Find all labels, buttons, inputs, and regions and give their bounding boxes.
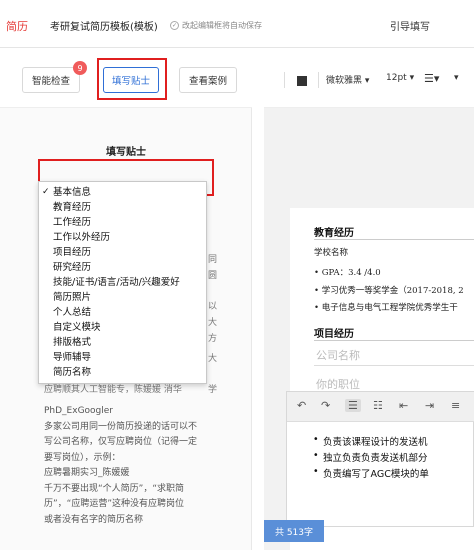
side-glyph: 以 bbox=[208, 302, 218, 312]
menu-item-other-experience[interactable]: 工作以外经历 bbox=[39, 230, 206, 245]
right-panel: 微软雅黑 ▾ 12pt ▾ ☰▾ ▾ 教育经历 学校名称 • GPA：3.4 /… bbox=[264, 48, 474, 550]
section-dropdown-menu[interactable]: ✓ 基本信息 教育经历 工作经历 工作以外经历 项目经历 研究经历 技能/证书/语… bbox=[38, 181, 207, 384]
color-swatch-icon[interactable] bbox=[297, 76, 307, 86]
tips-line: 历”，“应聘运营”这种没有应聘岗位 bbox=[44, 499, 184, 509]
tips-title: 填写贴士 bbox=[106, 147, 146, 158]
menu-item-work[interactable]: 工作经历 bbox=[39, 215, 206, 230]
font-family-select[interactable]: 微软雅黑 ▾ bbox=[326, 73, 369, 86]
numbered-list-icon[interactable]: ☷ bbox=[373, 399, 383, 412]
tips-body: PhD_ExGoogler 多家公司用同一份简历投递的话可以不 写公司名称，仅写… bbox=[44, 404, 240, 528]
school-name[interactable]: 学校名称 bbox=[314, 246, 348, 258]
side-glyph: 方 bbox=[208, 334, 218, 344]
side-glyph: 圆 bbox=[208, 271, 218, 281]
tips-line: 要写岗位），示例： bbox=[44, 452, 121, 463]
menu-item-custom[interactable]: 自定义模块 bbox=[39, 320, 206, 335]
editor-bullet[interactable]: 负责该课程设计的发送机 bbox=[313, 434, 427, 448]
word-count-badge: 共 513字 bbox=[264, 520, 324, 542]
redo-icon[interactable]: ↷ bbox=[321, 399, 330, 412]
checkmark-icon: ✓ bbox=[42, 187, 50, 197]
position-input[interactable]: 你的职位 bbox=[316, 376, 360, 392]
section-divider bbox=[314, 340, 474, 341]
menu-item-summary[interactable]: 个人总结 bbox=[39, 305, 206, 320]
project-section-title[interactable]: 项目经历 bbox=[314, 325, 354, 340]
outdent-icon[interactable]: ⇤ bbox=[399, 399, 408, 412]
tips-line: 写公司名称，仅写应聘岗位（记得一定 bbox=[44, 437, 198, 447]
format-toolbar: 微软雅黑 ▾ 12pt ▾ ☰▾ ▾ bbox=[264, 48, 474, 108]
align-icon[interactable]: ≡ bbox=[451, 399, 460, 412]
tips-line: PhD_ExGoogler bbox=[44, 406, 114, 416]
menu-item-photo[interactable]: 简历照片 bbox=[39, 290, 206, 305]
brand-logo[interactable]: 简历 bbox=[6, 18, 28, 34]
guide-link[interactable]: 引导填写 bbox=[390, 18, 430, 33]
notification-badge: 9 bbox=[73, 61, 87, 75]
left-toolbar: 智能检查 9 填写贴士 查看案例 bbox=[0, 48, 252, 108]
menu-item-education[interactable]: 教育经历 bbox=[39, 200, 206, 215]
menu-item-resume-name[interactable]: 简历名称 bbox=[39, 365, 206, 380]
honor-line[interactable]: • 电子信息与电气工程学院优秀学生干 bbox=[314, 301, 458, 313]
company-name-input[interactable]: 公司名称 bbox=[316, 347, 360, 363]
line-spacing-icon[interactable]: ☰▾ bbox=[424, 72, 439, 85]
left-panel: 智能检查 9 填写贴士 查看案例 填写贴士 同 圆 以 大 方 大 学 应聘顺其… bbox=[0, 48, 252, 550]
menu-item-skills[interactable]: 技能/证书/语言/活动/兴趣爱好 bbox=[39, 275, 206, 290]
smart-check-button[interactable]: 智能检查 bbox=[22, 67, 80, 93]
view-cases-button[interactable]: 查看案例 bbox=[179, 67, 237, 93]
section-divider bbox=[314, 239, 474, 240]
tips-line: 或者没有名字的简历名称 bbox=[44, 514, 144, 525]
editor-bullet[interactable]: 独立负责负责发送机部分 bbox=[313, 450, 427, 464]
toolbar-divider bbox=[318, 72, 319, 88]
gpa-line[interactable]: • GPA：3.4 /4.0 bbox=[314, 266, 381, 278]
editor-bullet[interactable]: 负责编写了AGC模块的单 bbox=[313, 466, 429, 480]
bullet-list-icon[interactable]: ☰ bbox=[345, 399, 361, 412]
font-size-select[interactable]: 12pt ▾ bbox=[386, 73, 414, 83]
menu-item-research[interactable]: 研究经历 bbox=[39, 260, 206, 275]
side-glyph: 同 bbox=[208, 255, 218, 265]
input-underline bbox=[314, 365, 474, 366]
more-icon[interactable]: ▾ bbox=[454, 73, 459, 83]
check-circle-icon: ✓ bbox=[170, 21, 179, 30]
document-title[interactable]: 考研复试简历模板(模板) bbox=[50, 18, 158, 33]
tips-line: 千万不要出现“个人简历”，“求职简 bbox=[44, 483, 184, 494]
rich-text-editor[interactable]: ↶ ↷ ☰ ☷ ⇤ ⇥ ≡ 负责该课程设计的发送机 独立负责负责发送机部分 负责… bbox=[286, 391, 474, 527]
save-status: ✓ 改起编辑框将自动保存 bbox=[170, 20, 262, 31]
side-glyph: 大 bbox=[208, 318, 218, 328]
menu-item-layout[interactable]: 排版格式 bbox=[39, 335, 206, 350]
undo-icon[interactable]: ↶ bbox=[297, 399, 306, 412]
editor-toolbar: ↶ ↷ ☰ ☷ ⇤ ⇥ ≡ bbox=[287, 392, 474, 422]
save-status-text: 改起编辑框将自动保存 bbox=[182, 21, 262, 30]
tips-line: 多家公司用同一份简历投递的话可以不 bbox=[44, 421, 198, 432]
side-glyph: 大 bbox=[208, 354, 218, 364]
toolbar-divider bbox=[284, 72, 285, 88]
scholarship-line[interactable]: • 学习优秀一等奖学金（2017-2018, 2 bbox=[314, 284, 464, 296]
menu-item-projects[interactable]: 项目经历 bbox=[39, 245, 206, 260]
top-bar: 简历 考研复试简历模板(模板) ✓ 改起编辑框将自动保存 引导填写 bbox=[0, 0, 474, 48]
menu-item-basic-info[interactable]: ✓ 基本信息 bbox=[39, 185, 206, 200]
education-section-title[interactable]: 教育经历 bbox=[314, 224, 354, 239]
fill-tips-button[interactable]: 填写贴士 bbox=[103, 67, 159, 93]
menu-item-mentor[interactable]: 导师辅导 bbox=[39, 350, 206, 365]
indent-icon[interactable]: ⇥ bbox=[425, 399, 434, 412]
tips-line: 应聘暑期实习_陈媛媛 bbox=[44, 468, 130, 478]
